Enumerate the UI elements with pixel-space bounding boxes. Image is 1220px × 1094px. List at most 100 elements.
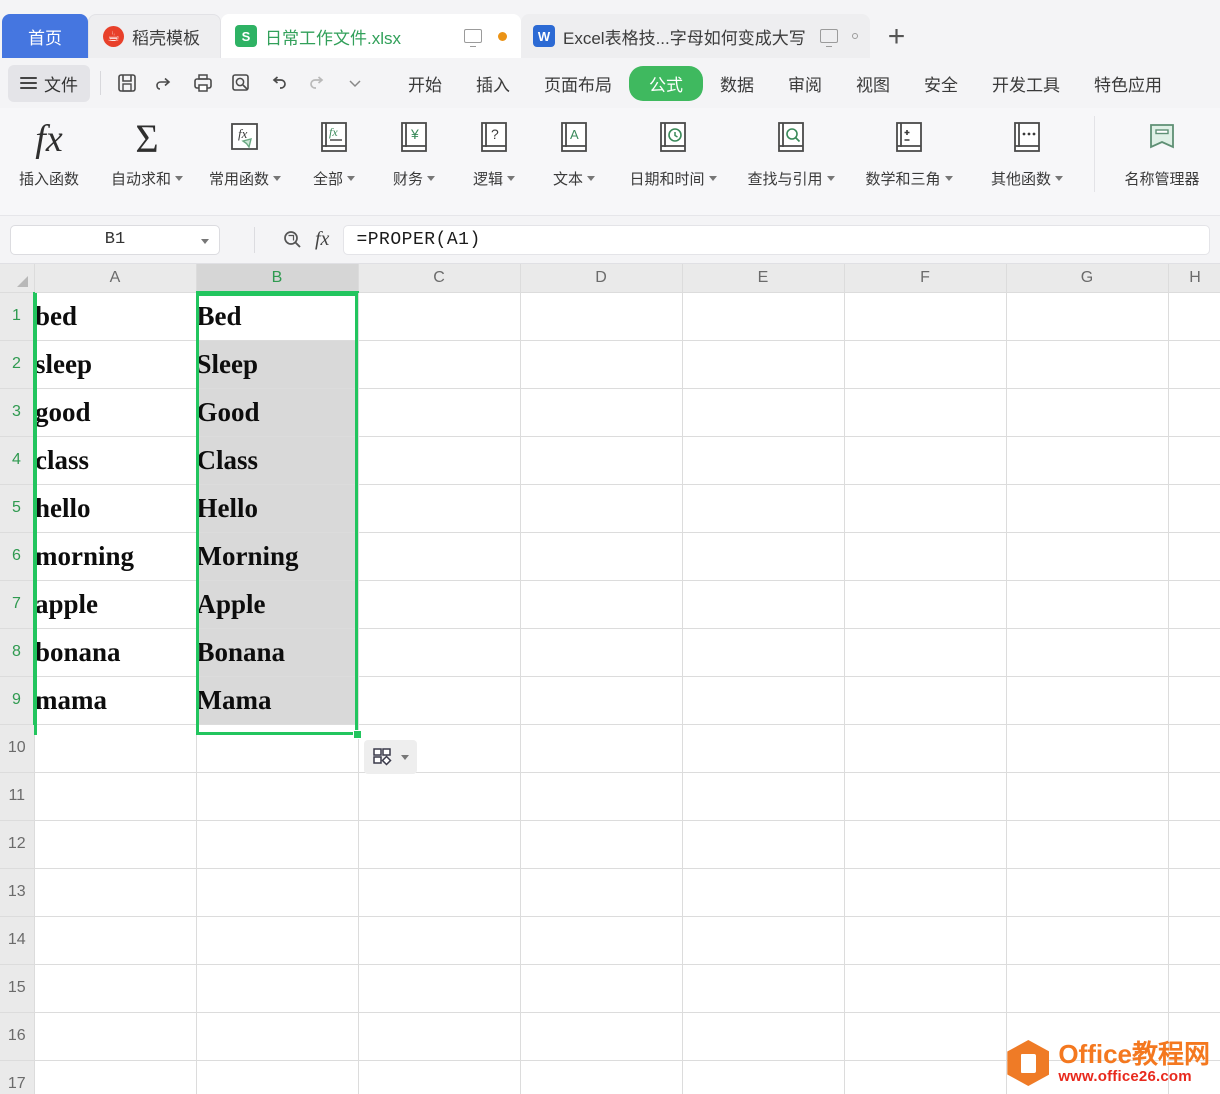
search-icon[interactable]: [277, 228, 307, 252]
chevron-down-icon[interactable]: [826, 176, 835, 181]
chevron-down-icon[interactable]: [401, 754, 409, 760]
cell-d15[interactable]: [520, 964, 683, 1013]
insert-function-button[interactable]: fx 插入函数: [0, 116, 98, 189]
close-dot-icon[interactable]: [851, 33, 858, 39]
logic-button[interactable]: ? 逻辑: [454, 116, 534, 189]
cell-e9[interactable]: [682, 676, 845, 725]
cell-c14[interactable]: [358, 916, 521, 965]
finance-button[interactable]: ¥ 财务: [374, 116, 454, 189]
cell-a10[interactable]: [34, 724, 197, 773]
row-header-2[interactable]: 2: [0, 340, 35, 389]
tab-featured-apps[interactable]: 特色应用: [1077, 66, 1179, 101]
cell-a3[interactable]: good: [34, 388, 197, 437]
tab-start[interactable]: 开始: [391, 66, 459, 101]
cell-e14[interactable]: [682, 916, 845, 965]
cell-b10[interactable]: [196, 724, 359, 773]
cell-d3[interactable]: [520, 388, 683, 437]
cell-a14[interactable]: [34, 916, 197, 965]
cell-g7[interactable]: [1006, 580, 1169, 629]
chevron-down-icon[interactable]: [587, 176, 595, 181]
cell-b17[interactable]: [196, 1060, 359, 1094]
chevron-down-icon[interactable]: [347, 176, 355, 181]
cell-g4[interactable]: [1006, 436, 1169, 485]
cell-f13[interactable]: [844, 868, 1007, 917]
row-header-16[interactable]: 16: [0, 1012, 35, 1061]
cell-c17[interactable]: [358, 1060, 521, 1094]
row-header-6[interactable]: 6: [0, 532, 35, 581]
cell-f5[interactable]: [844, 484, 1007, 533]
save-icon[interactable]: [111, 68, 143, 98]
column-header-d[interactable]: D: [520, 264, 683, 293]
cell-g12[interactable]: [1006, 820, 1169, 869]
cell-b11[interactable]: [196, 772, 359, 821]
math-trig-button[interactable]: 数学和三角: [850, 116, 968, 189]
cell-e8[interactable]: [682, 628, 845, 677]
cell-e13[interactable]: [682, 868, 845, 917]
cell-e4[interactable]: [682, 436, 845, 485]
cell-h8[interactable]: [1168, 628, 1220, 677]
row-header-12[interactable]: 12: [0, 820, 35, 869]
tab-data[interactable]: 数据: [703, 66, 771, 101]
cell-h7[interactable]: [1168, 580, 1220, 629]
cell-f7[interactable]: [844, 580, 1007, 629]
chevron-down-icon[interactable]: [708, 176, 717, 181]
cell-h11[interactable]: [1168, 772, 1220, 821]
cell-c16[interactable]: [358, 1012, 521, 1061]
cell-f14[interactable]: [844, 916, 1007, 965]
cell-h4[interactable]: [1168, 436, 1220, 485]
row-header-1[interactable]: 1: [0, 292, 35, 341]
chevron-down-icon[interactable]: [944, 176, 953, 181]
row-header-3[interactable]: 3: [0, 388, 35, 437]
row-header-13[interactable]: 13: [0, 868, 35, 917]
cell-g14[interactable]: [1006, 916, 1169, 965]
cell-b7[interactable]: Apple: [196, 580, 359, 629]
cell-e6[interactable]: [682, 532, 845, 581]
row-header-10[interactable]: 10: [0, 724, 35, 773]
row-header-9[interactable]: 9: [0, 676, 35, 725]
cell-c3[interactable]: [358, 388, 521, 437]
cell-f11[interactable]: [844, 772, 1007, 821]
row-header-4[interactable]: 4: [0, 436, 35, 485]
cell-e17[interactable]: [682, 1060, 845, 1094]
cell-f4[interactable]: [844, 436, 1007, 485]
chevron-down-icon[interactable]: [175, 176, 183, 181]
chevron-down-icon[interactable]: [427, 176, 435, 181]
cell-d12[interactable]: [520, 820, 683, 869]
cell-c5[interactable]: [358, 484, 521, 533]
row-header-17[interactable]: 17: [0, 1060, 35, 1094]
select-all-corner[interactable]: [0, 264, 35, 293]
tab-template[interactable]: ☕ 稻壳模板: [88, 14, 221, 58]
chevron-down-icon[interactable]: [273, 176, 281, 181]
chevron-down-icon[interactable]: [201, 238, 209, 244]
cell-a6[interactable]: morning: [34, 532, 197, 581]
cell-d6[interactable]: [520, 532, 683, 581]
print-preview-icon[interactable]: [149, 68, 181, 98]
cell-d16[interactable]: [520, 1012, 683, 1061]
tab-security[interactable]: 安全: [907, 66, 975, 101]
cell-d14[interactable]: [520, 916, 683, 965]
cell-f15[interactable]: [844, 964, 1007, 1013]
new-tab-button[interactable]: +: [870, 22, 924, 58]
cell-g10[interactable]: [1006, 724, 1169, 773]
cell-a4[interactable]: class: [34, 436, 197, 485]
fill-handle[interactable]: [353, 730, 362, 739]
cell-f1[interactable]: [844, 292, 1007, 341]
cell-b13[interactable]: [196, 868, 359, 917]
cell-b14[interactable]: [196, 916, 359, 965]
name-manager-button[interactable]: 名称管理器: [1103, 116, 1220, 189]
cell-b12[interactable]: [196, 820, 359, 869]
tab-document-active[interactable]: S 日常工作文件.xlsx: [221, 14, 521, 58]
cell-g9[interactable]: [1006, 676, 1169, 725]
cell-f3[interactable]: [844, 388, 1007, 437]
cell-d4[interactable]: [520, 436, 683, 485]
cell-g11[interactable]: [1006, 772, 1169, 821]
cell-c15[interactable]: [358, 964, 521, 1013]
cell-h10[interactable]: [1168, 724, 1220, 773]
screen-share-icon[interactable]: [819, 29, 838, 47]
cell-c13[interactable]: [358, 868, 521, 917]
cell-h15[interactable]: [1168, 964, 1220, 1013]
cell-e5[interactable]: [682, 484, 845, 533]
cell-g8[interactable]: [1006, 628, 1169, 677]
column-header-f[interactable]: F: [844, 264, 1007, 293]
cell-a1[interactable]: bed: [34, 292, 197, 341]
